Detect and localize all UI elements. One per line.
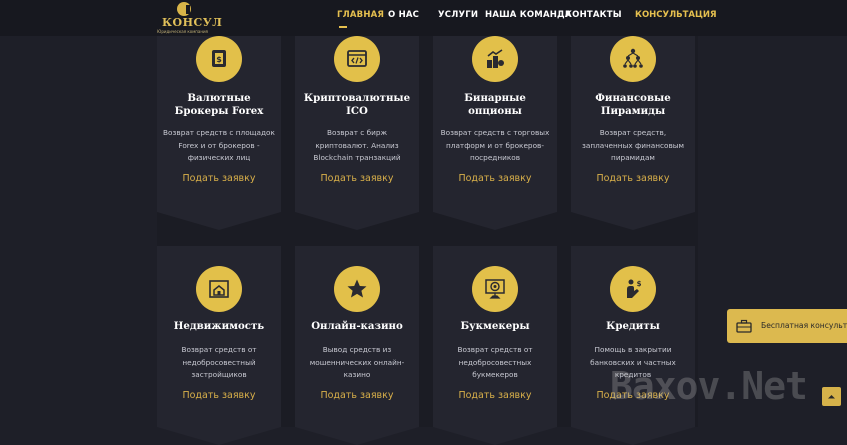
- free-consultation-widget[interactable]: Бесплатная консультация: [727, 309, 847, 343]
- code-window-icon: [334, 36, 380, 82]
- svg-text:$: $: [637, 280, 642, 288]
- star-icon: [334, 266, 380, 312]
- page: $ Валютные Брокеры Forex Возврат средств …: [0, 0, 847, 445]
- site-header: КОНСУЛ Юридическая компания ГЛАВНАЯ О НА…: [0, 0, 847, 36]
- card-title: Валютные Брокеры Forex: [174, 92, 264, 117]
- hand-money-icon: $: [610, 266, 656, 312]
- briefcase-icon: [736, 319, 752, 333]
- nav-item-about[interactable]: О НАС: [388, 10, 419, 20]
- card-title: Онлайн-казино: [311, 320, 403, 332]
- logo-subtitle: Юридическая компания: [157, 29, 208, 34]
- submit-request-link[interactable]: Подать заявку: [571, 173, 695, 184]
- pyramid-network-icon: [610, 36, 656, 82]
- scroll-to-top-button[interactable]: [822, 387, 841, 406]
- nav-item-contacts[interactable]: КОНТАКТЫ: [565, 10, 622, 20]
- card-description: Возврат средств от недобросовестный застро…: [181, 345, 257, 380]
- card-title: Букмекеры: [460, 320, 530, 332]
- submit-request-link[interactable]: Подать заявку: [157, 390, 281, 401]
- submit-request-link[interactable]: Подать заявку: [433, 390, 557, 401]
- card-description: Вывод средств из мошеннических онлайн-каз…: [309, 345, 405, 380]
- service-card-real-estate: Недвижимость Возврат средств от недобросо…: [157, 246, 281, 445]
- service-card-casino: Онлайн-казино Вывод средств из мошенничес…: [295, 246, 419, 445]
- card-description: Возврат средств с торговых платформ и от …: [440, 128, 550, 163]
- logo-name: КОНСУЛ: [162, 16, 223, 29]
- nav-item-team[interactable]: НАША КОМАНДА: [485, 10, 572, 20]
- submit-request-link[interactable]: Подать заявку: [433, 173, 557, 184]
- coins-chart-icon: [472, 36, 518, 82]
- nav-item-services[interactable]: УСЛУГИ: [438, 10, 478, 20]
- cash-hand-icon: $: [196, 36, 242, 82]
- card-description: Возврат средств от недобросовестных букмек…: [457, 345, 533, 380]
- card-description: Возврат с бирж криптовалют. Анализ Blockch…: [313, 128, 401, 163]
- card-description: Возврат средств, заплаченных финансовым пи…: [581, 128, 685, 163]
- free-consultation-label: Бесплатная консультация: [761, 321, 847, 330]
- nav-item-home[interactable]: ГЛАВНАЯ: [337, 10, 384, 20]
- card-title: Финансовые Пирамиды: [595, 92, 671, 117]
- card-title: Кредиты: [606, 320, 660, 332]
- submit-request-link[interactable]: Подать заявку: [295, 173, 419, 184]
- submit-request-link[interactable]: Подать заявку: [157, 173, 281, 184]
- card-title: Бинарные опционы: [464, 92, 526, 117]
- logo-coin-icon: [177, 2, 191, 16]
- active-nav-underline: [339, 26, 347, 28]
- watermark: Baxov.Net: [610, 364, 808, 408]
- card-title: Недвижимость: [173, 320, 265, 332]
- target-trophy-icon: [472, 266, 518, 312]
- logo[interactable]: КОНСУЛ Юридическая компания: [157, 2, 227, 34]
- consultation-link[interactable]: КОНСУЛЬТАЦИЯ: [635, 10, 717, 20]
- card-description: Возврат средств с площадок Forex и от бро…: [163, 128, 275, 163]
- svg-text:$: $: [216, 55, 222, 64]
- service-card-bookmakers: Букмекеры Возврат средств от недобросовес…: [433, 246, 557, 445]
- house-blueprint-icon: [196, 266, 242, 312]
- card-title: Криптовалютные ICO: [303, 92, 411, 117]
- chevron-up-icon: [828, 395, 835, 399]
- submit-request-link[interactable]: Подать заявку: [295, 390, 419, 401]
